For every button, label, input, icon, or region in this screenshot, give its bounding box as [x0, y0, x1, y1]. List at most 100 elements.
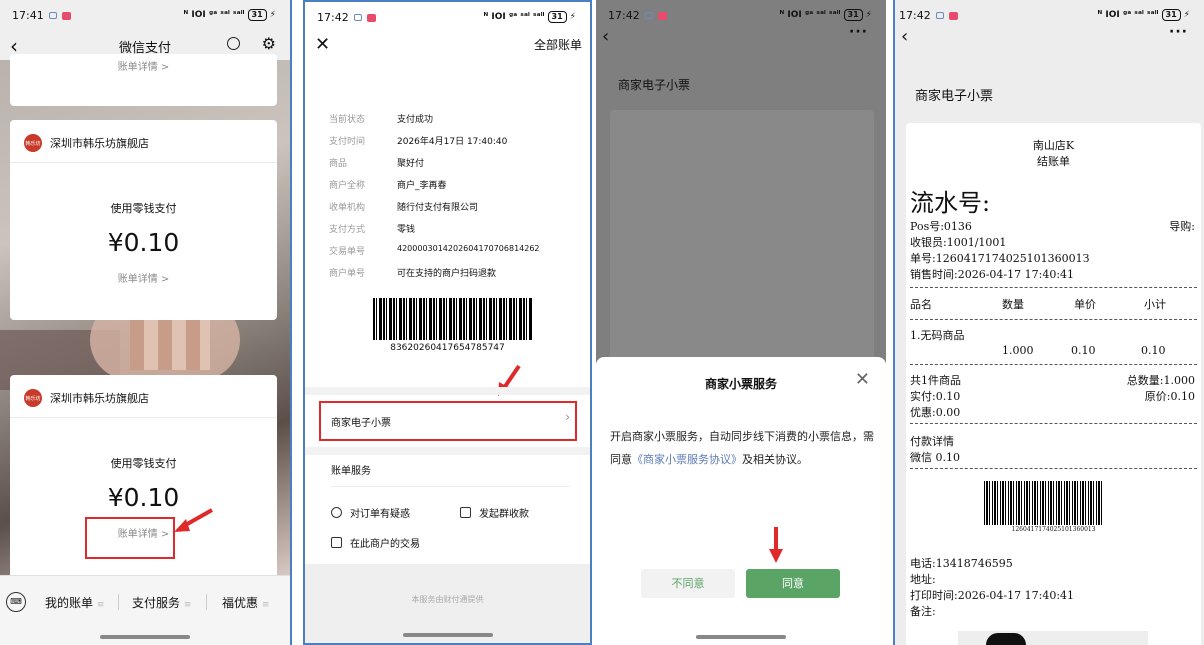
item-price: 0.10	[1071, 344, 1096, 357]
question-icon	[331, 507, 342, 518]
col-price: 单价	[1074, 298, 1096, 311]
pointer-arrow-icon	[174, 508, 213, 532]
pointer-arrow-icon	[769, 527, 783, 563]
detail-row: 收单机构 随行付支付有限公司	[329, 200, 478, 213]
row-value: 4200003014202604170706814262	[397, 244, 540, 253]
detail-row: 支付时间 2026年4月17日 17:40:40	[329, 134, 507, 147]
tab-offers[interactable]: 福优惠 ≡	[222, 594, 269, 611]
divider	[206, 594, 207, 610]
bill-detail-link[interactable]: 账单详情 >	[10, 270, 277, 285]
back-icon[interactable]: ‹	[602, 26, 609, 47]
sale-time: 销售时间:2026-04-17 17:40:41	[910, 268, 1075, 281]
status-bar: 17:42 ᴺ ⅠOⅠ ᵍᵃ ˢᵃˡ ˢᵃˡˡ 31 ⚡	[895, 0, 1204, 32]
bottom-tab-bar: ⌨ 我的账单 ≡ 支付服务 ≡ 福优惠 ≡	[0, 575, 290, 645]
more-icon[interactable]: ···	[1169, 24, 1188, 40]
app-icon	[657, 11, 667, 20]
charging-icon: ⚡	[1183, 10, 1190, 20]
back-icon[interactable]: ‹	[901, 26, 908, 47]
merchant-history-button[interactable]: 在此商户的交易	[331, 535, 420, 550]
divider	[10, 417, 277, 418]
note: 备注:	[910, 605, 936, 618]
highlight-box	[85, 517, 175, 559]
barcode-number: 83620260417654785747	[390, 343, 505, 353]
item-name: 1.无码商品	[910, 329, 965, 342]
signal-icons: ᴺ ⅠOⅠ ᵍᵃ ˢᵃˡ ˢᵃˡˡ	[779, 10, 841, 20]
guide-label: 导购:	[1169, 220, 1195, 233]
document-type: 结账单	[1037, 155, 1070, 168]
payment-method: 使用零钱支付	[110, 457, 177, 470]
status-time: 17:41	[12, 9, 44, 22]
group-collect-button[interactable]: 发起群收款	[460, 505, 529, 520]
tab-pay-services[interactable]: 支付服务 ≡	[132, 594, 191, 611]
row-key: 商户单号	[329, 269, 366, 279]
action-label: 发起群收款	[479, 509, 529, 520]
order-question-button[interactable]: 对订单有疑惑	[331, 505, 410, 520]
keyboard-icon[interactable]: ⌨	[6, 592, 26, 612]
signal-icons: ᴺ ⅠOⅠ ᵍᵃ ˢᵃˡ ˢᵃˡˡ	[1097, 10, 1159, 20]
decline-button[interactable]: 不同意	[641, 569, 735, 598]
barcode-number: 126041717402510136001З	[1011, 526, 1096, 533]
serial-heading: 流水号:	[910, 189, 991, 217]
group-pay-icon	[460, 507, 471, 518]
battery-icon: 31	[1161, 9, 1181, 21]
payment-detail-title: 付款详情	[910, 435, 954, 448]
electronic-receipt-panel: 17:42 ᴺ ⅠOⅠ ᵍᵃ ˢᵃˡ ˢᵃˡˡ 31 ⚡ ‹ ··· 商家电子小票 …	[893, 0, 1204, 645]
dashed-divider	[910, 364, 1197, 365]
page-title: 商家电子小票	[618, 78, 691, 92]
payment-amount: ¥0.10	[107, 228, 180, 257]
notification-icon	[644, 12, 653, 19]
discount: 优惠:0.00	[910, 406, 961, 419]
menu-icon: ≡	[96, 600, 105, 610]
status-time: 17:42	[608, 9, 640, 22]
battery-icon: 31	[843, 9, 863, 21]
wechat-payment: 微信 0.10	[910, 451, 960, 464]
detail-row: 商品 聚好付	[329, 156, 424, 169]
menu-icon: ≡	[183, 600, 192, 610]
bill-detail-link[interactable]: 账单详情 >	[10, 58, 277, 73]
all-bills-link[interactable]: 全部账单	[534, 36, 582, 53]
row-key: 当前状态	[329, 115, 366, 125]
detail-row: 支付方式 零钱	[329, 222, 415, 235]
search-icon[interactable]	[227, 37, 240, 50]
payment-amount: ¥0.10	[107, 483, 180, 512]
detail-row: 交易单号 4200003014202604170706814262	[329, 244, 540, 257]
item-subtotal: 0.10	[1141, 344, 1166, 357]
merchant-receipt-entry[interactable]: 商家电子小票	[331, 414, 391, 429]
charging-icon: ⚡	[865, 10, 872, 20]
notification-icon	[353, 14, 362, 21]
row-key: 商户全称	[329, 181, 366, 191]
sheet-title: 商家小票服务	[704, 377, 777, 391]
gear-icon[interactable]: ⚙	[262, 34, 276, 53]
close-icon[interactable]: ✕	[315, 34, 330, 55]
row-value: 随行付支付有限公司	[397, 203, 479, 213]
shop-name: 深圳市韩乐坊旗舰店	[50, 392, 149, 405]
tab-my-bills[interactable]: 我的账单 ≡	[45, 594, 104, 611]
app-icon	[61, 11, 71, 20]
accept-button[interactable]: 同意	[746, 569, 840, 598]
shop-logo: 韩乐坊	[24, 134, 42, 152]
body-text: 及相关协议。	[742, 453, 808, 466]
agreement-link[interactable]: 《商家小票服务协议》	[632, 453, 742, 466]
receipt-placeholder	[610, 110, 874, 370]
detail-row: 商户单号 可在支持的商户扫码退款	[329, 266, 496, 279]
wechat-pay-feed-panel: 17:41 ᴺ ⅠOⅠ ᵍᵃ ˢᵃˡ ˢᵃˡˡ 31 ⚡ ‹ 微信支付 ⚙ 账单详情…	[0, 0, 292, 645]
original-price: 原价:0.10	[1144, 390, 1195, 403]
receipt-consent-panel: 17:42 ᴺ ⅠOⅠ ᵍᵃ ˢᵃˡ ˢᵃˡˡ 31 ⚡ ‹ ··· 商家电子小票 …	[596, 0, 886, 645]
row-value: 商户_李再春	[397, 181, 447, 191]
more-icon[interactable]: ···	[849, 24, 868, 40]
divider	[331, 486, 570, 487]
item-qty: 1.000	[1002, 344, 1034, 357]
tab-label: 福优惠	[222, 596, 259, 610]
row-value: 可在支持的商户扫码退款	[397, 269, 497, 279]
detail-row: 商户全称 商户_李再春	[329, 178, 447, 191]
row-key: 商品	[329, 159, 348, 169]
payment-card-top: 账单详情 >	[10, 54, 277, 106]
pos-number: Pos号:0136	[910, 220, 972, 233]
chevron-right-icon: ›	[565, 410, 570, 424]
home-indicator	[696, 635, 786, 639]
paid-amount: 实付:0.10	[910, 390, 961, 403]
close-icon[interactable]: ✕	[855, 369, 870, 390]
notification-icon	[48, 12, 57, 19]
app-icon	[948, 11, 958, 20]
divider	[10, 162, 277, 163]
